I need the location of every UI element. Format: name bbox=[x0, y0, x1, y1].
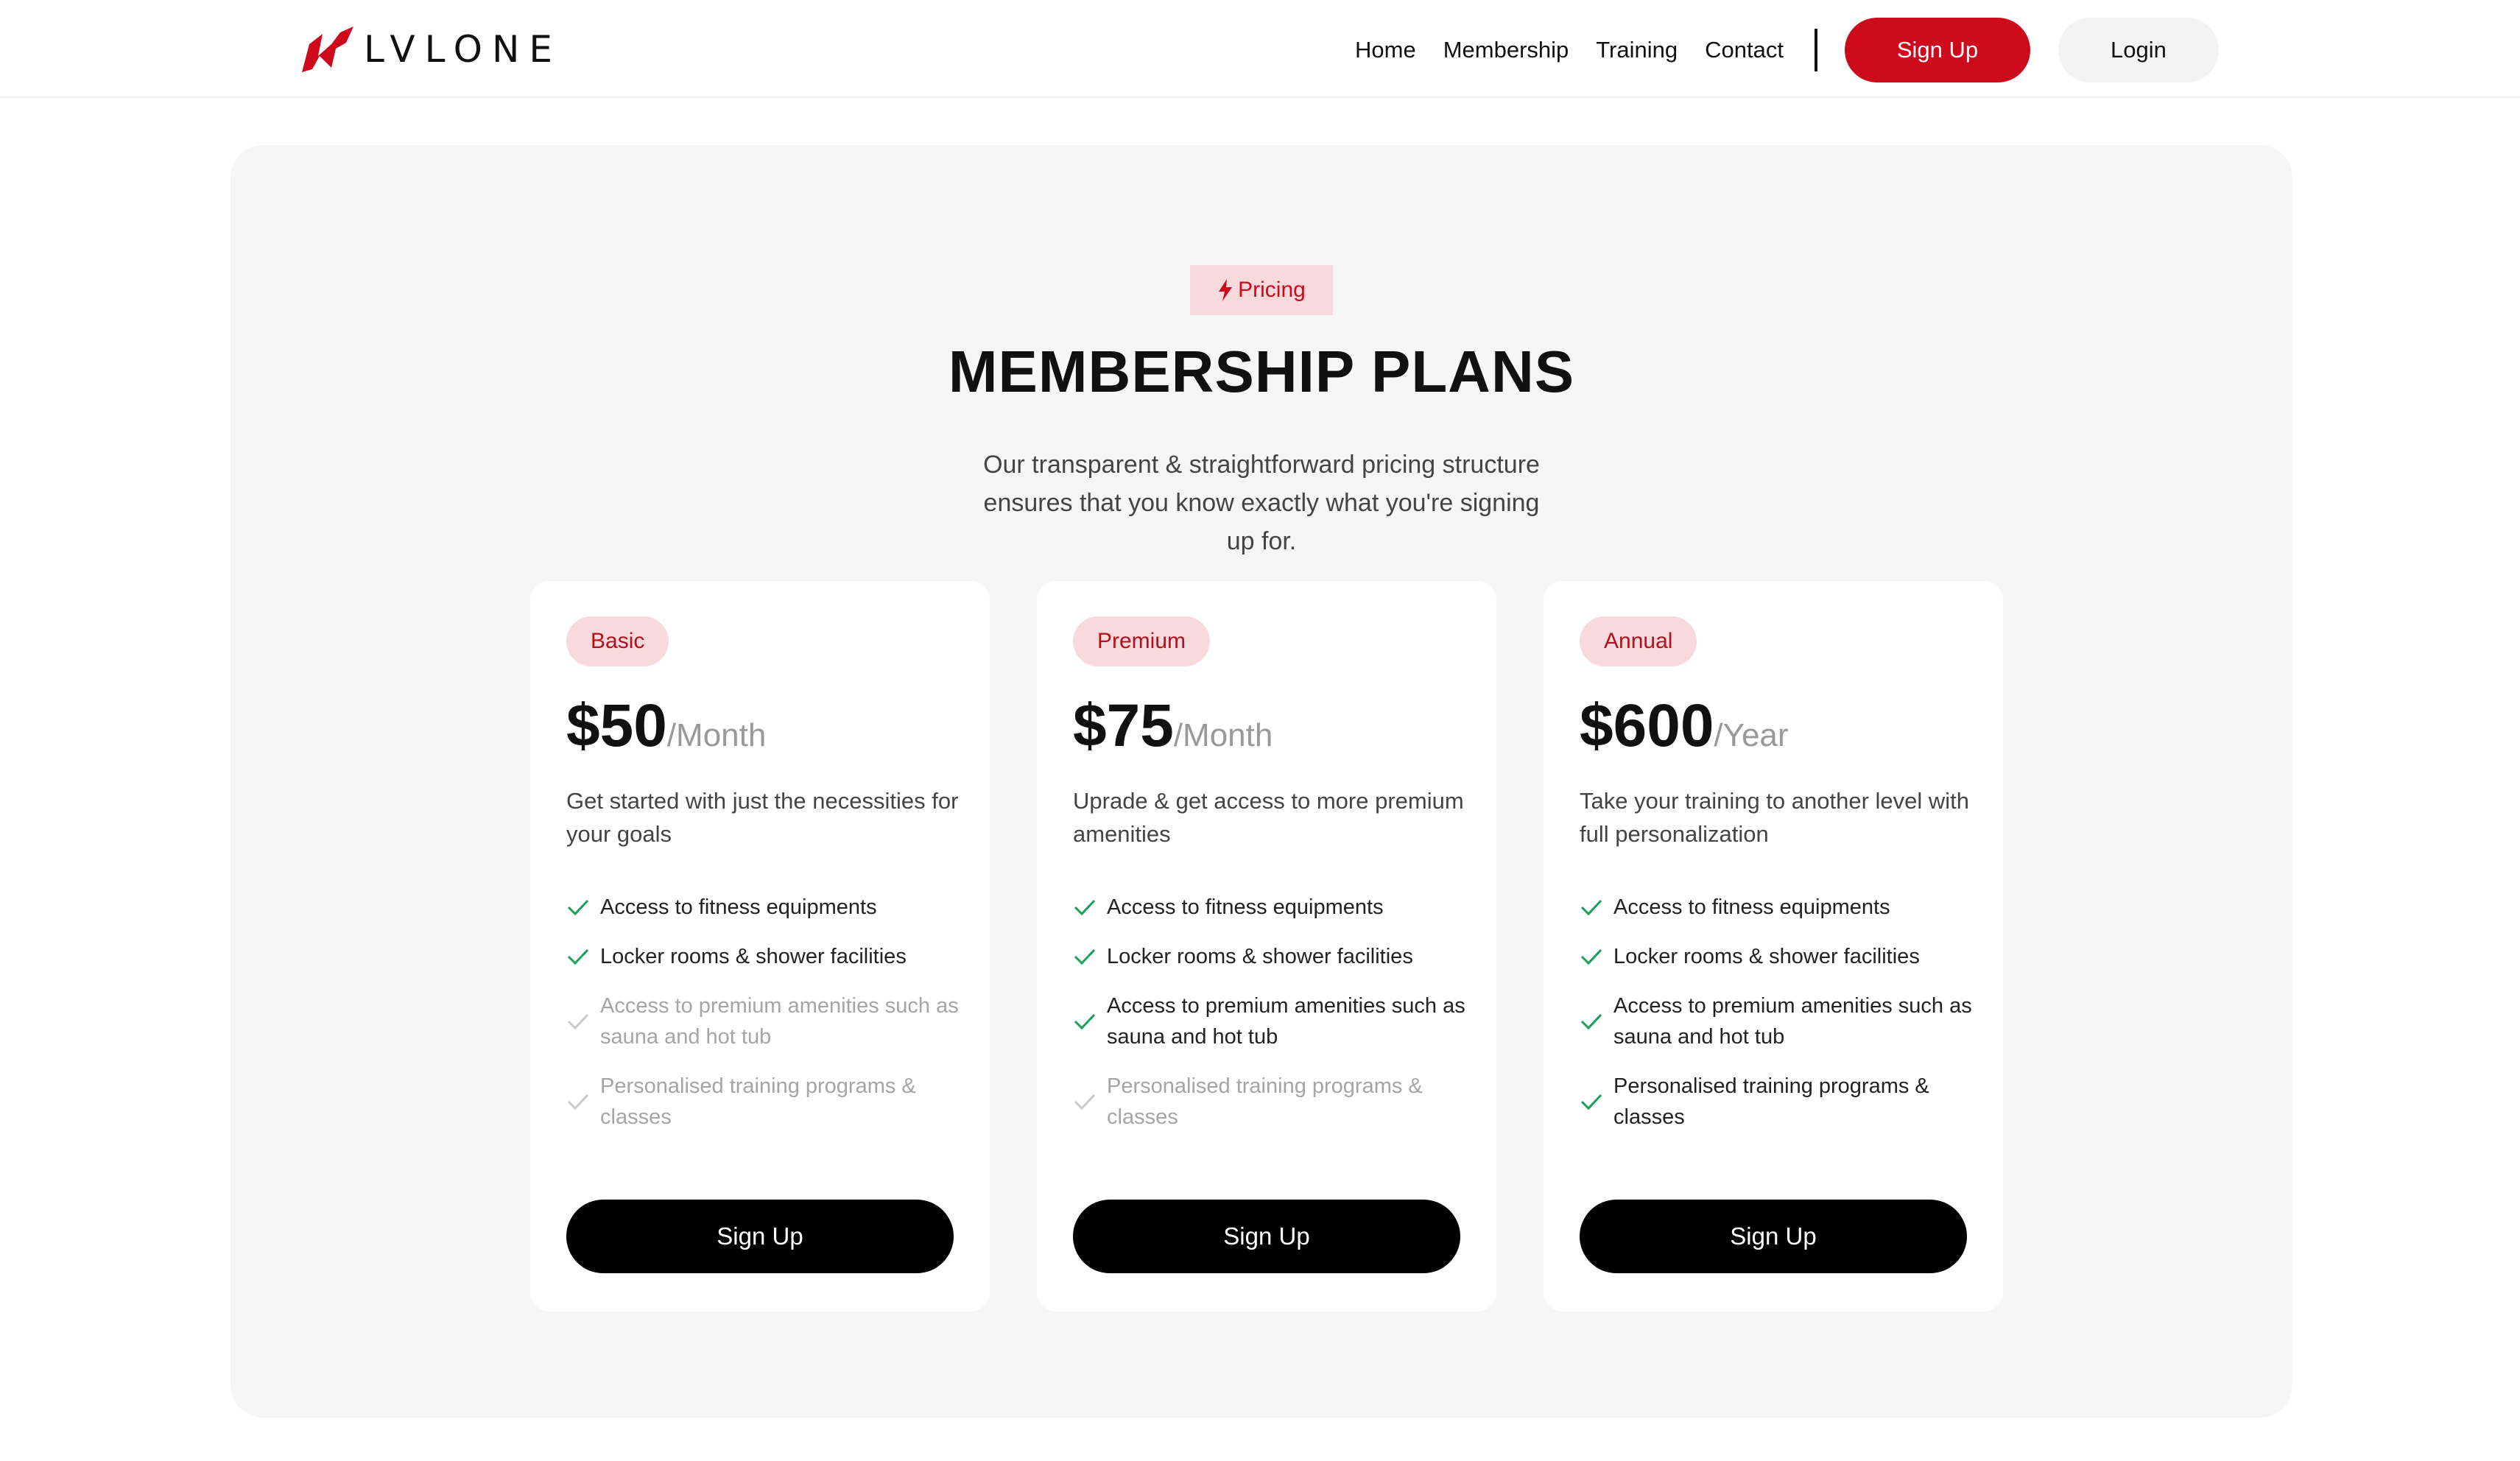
check-icon bbox=[1074, 899, 1096, 916]
feature-item: Personalised training programs & classes bbox=[1580, 1071, 1977, 1133]
feature-text: Access to premium amenities such as saun… bbox=[600, 994, 959, 1049]
feature-text: Access to premium amenities such as saun… bbox=[1107, 994, 1465, 1049]
feature-item: Personalised training programs & classes bbox=[1073, 1071, 1471, 1133]
feature-item: Locker rooms & shower facilities bbox=[566, 941, 964, 972]
plan-card-basic: Basic $50 /Month Get started with just t… bbox=[530, 581, 990, 1312]
header-login-button[interactable]: Login bbox=[2058, 18, 2219, 82]
feature-item: Access to premium amenities such as saun… bbox=[1580, 990, 1977, 1052]
nav-divider bbox=[1814, 29, 1817, 71]
feature-text: Access to premium amenities such as saun… bbox=[1613, 994, 1972, 1049]
feature-list: Access to fitness equipments Locker room… bbox=[1073, 892, 1471, 1151]
feature-text: Access to fitness equipments bbox=[600, 895, 877, 919]
check-icon bbox=[567, 899, 589, 916]
lightning-logo-icon bbox=[302, 27, 353, 72]
check-icon bbox=[1074, 948, 1096, 965]
feature-item: Access to fitness equipments bbox=[1073, 892, 1471, 923]
plan-signup-button[interactable]: Sign Up bbox=[1073, 1200, 1460, 1273]
price-amount: $50 bbox=[566, 692, 667, 759]
price-period: /Year bbox=[1714, 717, 1789, 753]
feature-item: Locker rooms & shower facilities bbox=[1580, 941, 1977, 972]
nav-link-training[interactable]: Training bbox=[1596, 37, 1678, 63]
check-icon bbox=[1580, 1013, 1602, 1030]
plan-name-badge: Premium bbox=[1073, 616, 1211, 666]
feature-list: Access to fitness equipments Locker room… bbox=[1580, 892, 1977, 1151]
plan-price: $50 /Month bbox=[566, 691, 766, 765]
feature-text: Locker rooms & shower facilities bbox=[600, 945, 907, 968]
nav-link-contact[interactable]: Contact bbox=[1705, 37, 1784, 63]
feature-text: Personalised training programs & classes bbox=[600, 1074, 916, 1129]
price-amount: $600 bbox=[1580, 692, 1714, 759]
check-icon bbox=[1580, 899, 1602, 916]
plan-name-badge: Annual bbox=[1580, 616, 1697, 666]
feature-text: Personalised training programs & classes bbox=[1613, 1074, 1929, 1129]
check-icon bbox=[1580, 1094, 1602, 1110]
plan-description: Uprade & get access to more premium amen… bbox=[1073, 788, 1464, 847]
price-amount: $75 bbox=[1073, 692, 1174, 759]
feature-text: Locker rooms & shower facilities bbox=[1613, 945, 1920, 968]
site-header: LVLONE Home Membership Training Contact … bbox=[0, 0, 2520, 98]
main-nav: Home Membership Training Contact Sign Up… bbox=[1355, 18, 2219, 82]
plan-card-annual: Annual $600 /Year Take your training to … bbox=[1544, 581, 2003, 1312]
pricing-section: Pricing MEMBERSHIP PLANS Our transparent… bbox=[230, 145, 2292, 1418]
brand-logo[interactable]: LVLONE bbox=[302, 27, 562, 72]
plan-card-premium: Premium $75 /Month Uprade & get access t… bbox=[1037, 581, 1496, 1312]
feature-item: Access to premium amenities such as saun… bbox=[566, 990, 964, 1052]
feature-text: Access to fitness equipments bbox=[1613, 895, 1890, 919]
feature-item: Personalised training programs & classes bbox=[566, 1071, 964, 1133]
price-period: /Month bbox=[1173, 717, 1273, 753]
feature-item: Access to premium amenities such as saun… bbox=[1073, 990, 1471, 1052]
feature-text: Personalised training programs & classes bbox=[1107, 1074, 1423, 1129]
section-title: MEMBERSHIP PLANS bbox=[948, 339, 1575, 404]
check-icon bbox=[1074, 1094, 1096, 1110]
feature-item: Locker rooms & shower facilities bbox=[1073, 941, 1471, 972]
nav-link-membership[interactable]: Membership bbox=[1443, 37, 1569, 63]
price-period: /Month bbox=[666, 717, 767, 753]
plan-signup-button[interactable]: Sign Up bbox=[566, 1200, 954, 1273]
section-subtitle: Our transparent & straightforward pricin… bbox=[983, 451, 1540, 555]
plan-name-badge: Basic bbox=[566, 616, 669, 666]
bolt-icon bbox=[1219, 279, 1233, 301]
nav-link-home[interactable]: Home bbox=[1355, 37, 1416, 63]
brand-name: LVLONE bbox=[364, 28, 562, 71]
check-icon bbox=[567, 948, 589, 965]
check-icon bbox=[567, 1094, 589, 1110]
feature-list: Access to fitness equipments Locker room… bbox=[566, 892, 964, 1151]
check-icon bbox=[1580, 948, 1602, 965]
feature-item: Access to fitness equipments bbox=[1580, 892, 1977, 923]
plan-price: $75 /Month bbox=[1073, 691, 1273, 765]
feature-text: Locker rooms & shower facilities bbox=[1107, 945, 1413, 968]
feature-item: Access to fitness equipments bbox=[566, 892, 964, 923]
pricing-badge-label: Pricing bbox=[1238, 278, 1306, 302]
check-icon bbox=[567, 1013, 589, 1030]
header-signup-button[interactable]: Sign Up bbox=[1844, 18, 2030, 82]
check-icon bbox=[1074, 1013, 1096, 1030]
plan-price: $600 /Year bbox=[1580, 691, 1789, 765]
feature-text: Access to fitness equipments bbox=[1107, 895, 1384, 919]
pricing-badge: Pricing bbox=[1190, 265, 1333, 315]
plan-description: Get started with just the necessities fo… bbox=[566, 788, 959, 847]
plan-description: Take your training to another level with… bbox=[1580, 788, 1970, 847]
plan-signup-button[interactable]: Sign Up bbox=[1580, 1200, 1967, 1273]
